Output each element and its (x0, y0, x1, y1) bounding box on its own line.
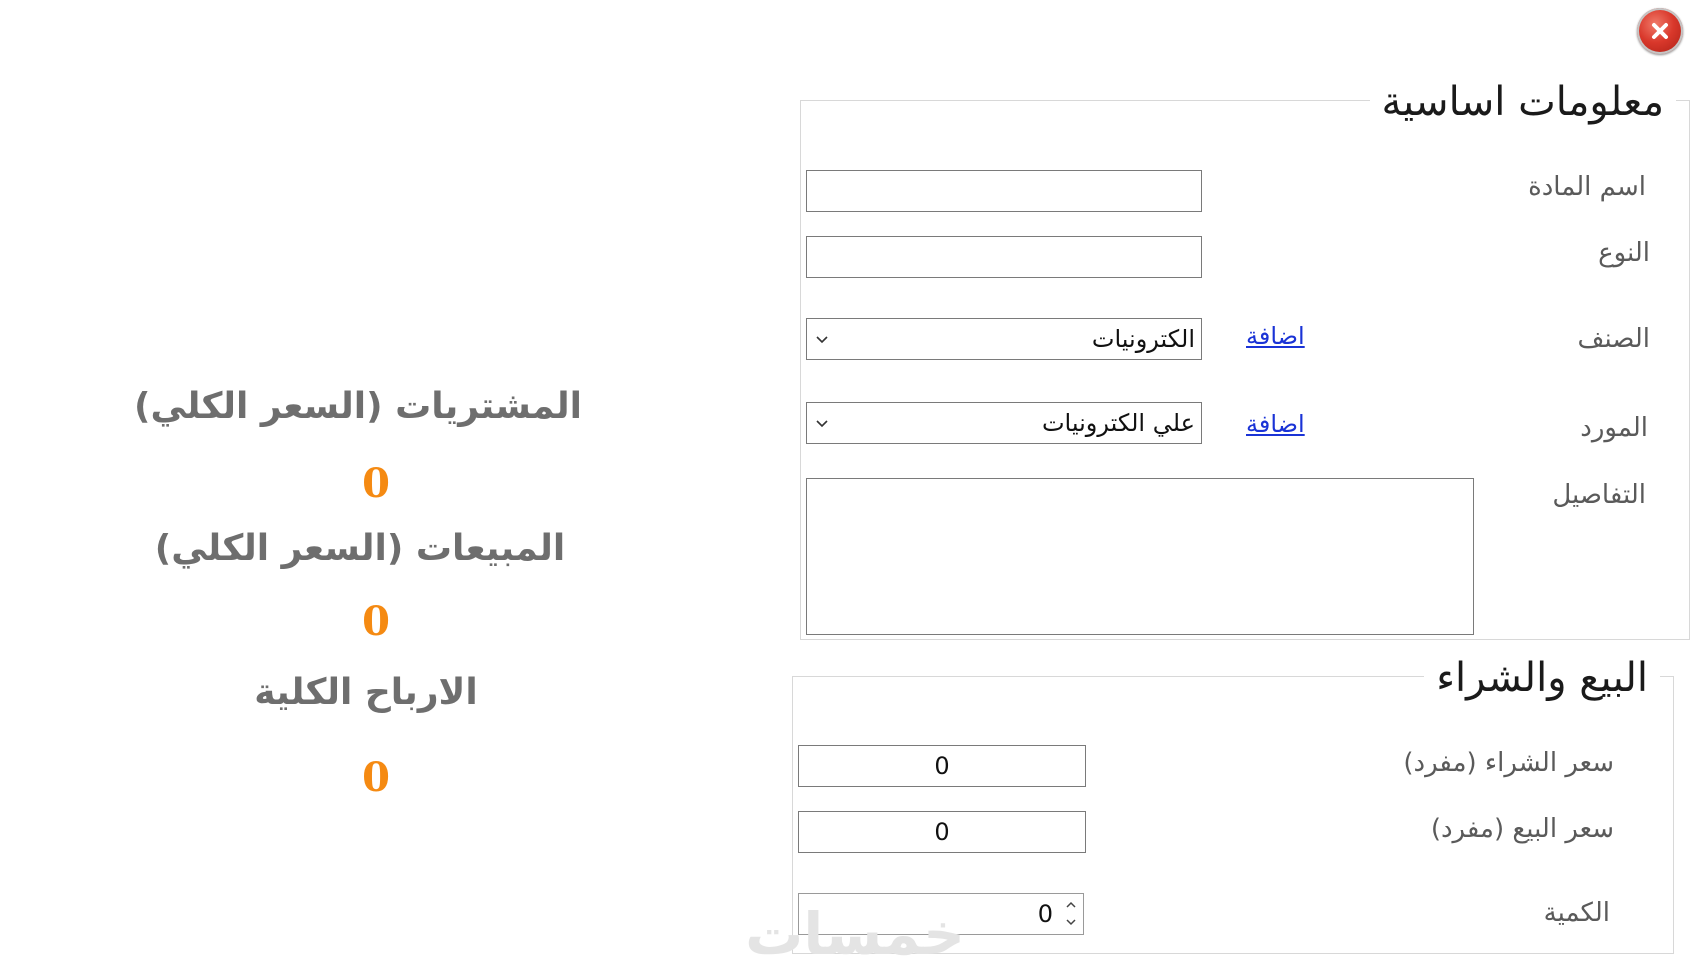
total-profits-label: الارباح الكلية (254, 672, 478, 713)
quantity-label: الكمية (1543, 898, 1610, 928)
sales-total-value: 0 (362, 598, 390, 645)
spin-up-icon[interactable] (1065, 900, 1077, 909)
buy-sell-title: البيع والشراء (1424, 656, 1660, 700)
purchase-price-input[interactable]: 0 (798, 745, 1086, 787)
details-label: التفاصيل (1552, 480, 1646, 510)
sale-price-label: سعر البيع (مفرد) (1430, 814, 1614, 844)
category-select-value: الكترونيات (1091, 325, 1195, 353)
type-input[interactable] (806, 236, 1202, 278)
watermark-logo: خمسات (745, 900, 965, 968)
category-select[interactable]: الكترونيات (806, 318, 1202, 360)
quantity-value: 0 (1037, 900, 1053, 928)
spin-down-icon[interactable] (1065, 918, 1077, 927)
purchases-total-label: المشتريات (السعر الكلي) (133, 386, 582, 427)
category-add-link[interactable]: اضافة (1246, 322, 1305, 350)
basic-info-title: معلومات اساسية (1369, 80, 1676, 124)
item-name-input[interactable] (806, 170, 1202, 212)
item-name-label: اسم المادة (1528, 172, 1646, 202)
supplier-select[interactable]: علي الكترونيات (806, 402, 1202, 444)
sale-price-input[interactable]: 0 (798, 811, 1086, 853)
purchases-total-value: 0 (362, 460, 390, 507)
details-textarea[interactable] (806, 478, 1474, 635)
chevron-down-icon (816, 336, 828, 344)
close-icon (1652, 23, 1668, 39)
supplier-add-link[interactable]: اضافة (1246, 410, 1305, 438)
purchase-price-label: سعر الشراء (مفرد) (1403, 748, 1614, 778)
chevron-down-icon (816, 420, 828, 428)
total-profits-value: 0 (362, 754, 390, 801)
category-label: الصنف (1577, 324, 1650, 354)
sales-total-label: المبيعات (السعر الكلي) (154, 528, 566, 569)
supplier-select-value: علي الكترونيات (1041, 409, 1195, 437)
supplier-label: المورد (1580, 413, 1648, 443)
close-button[interactable] (1637, 8, 1683, 54)
type-label: النوع (1598, 238, 1650, 268)
